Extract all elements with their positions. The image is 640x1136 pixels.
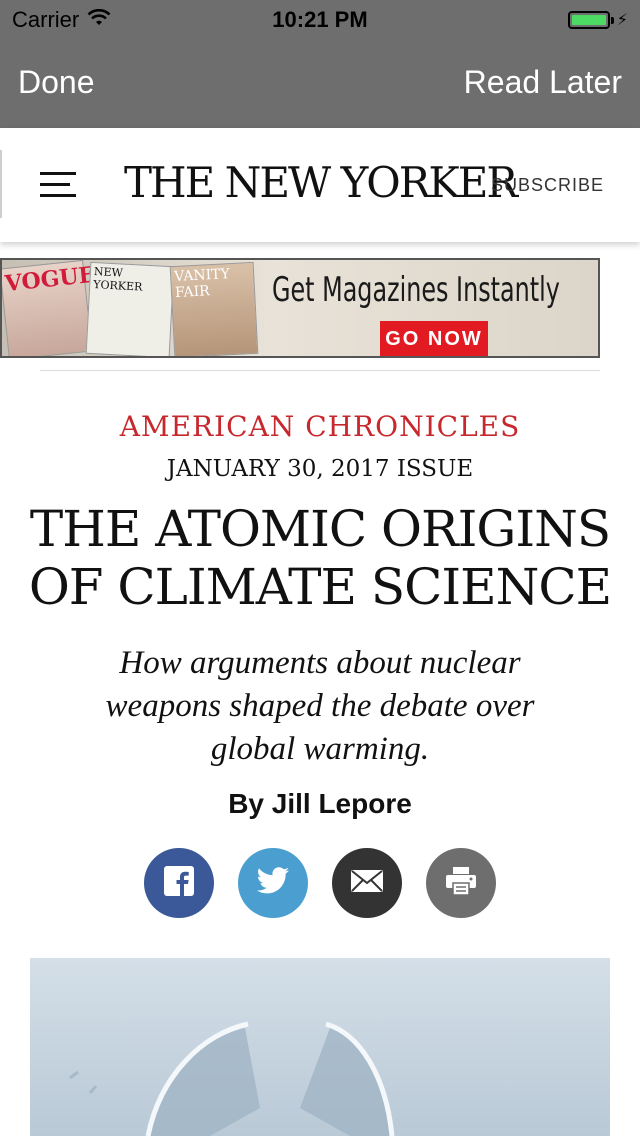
magazine-title: VOGUE bbox=[3, 261, 97, 298]
status-time: 10:21 PM bbox=[272, 7, 368, 32]
subscribe-link[interactable]: SUBSCRIBE bbox=[491, 175, 604, 196]
twitter-icon bbox=[256, 866, 290, 900]
article-headline: THE ATOMIC ORIGINS OF CLIMATE SCIENCE bbox=[28, 500, 612, 616]
ad-headline: Get Magazines Instantly bbox=[272, 270, 560, 310]
author-link[interactable]: Jill Lepore bbox=[272, 788, 412, 819]
article-dek: How arguments about nuclear weapons shap… bbox=[105, 645, 535, 767]
magazine-title: NEW YORKER bbox=[92, 265, 143, 294]
ad-banner[interactable]: VOGUE NEW YORKER VANITY FAIR Get Magazin… bbox=[0, 258, 600, 358]
magazine-cover-vogue: VOGUE bbox=[2, 260, 97, 356]
article-rubric[interactable]: AMERICAN CHRONICLES bbox=[0, 410, 640, 443]
email-share-button[interactable] bbox=[332, 848, 402, 918]
battery-fill bbox=[571, 15, 606, 25]
charging-icon: ⚡ bbox=[616, 12, 628, 29]
twitter-share-button[interactable] bbox=[238, 848, 308, 918]
content-divider bbox=[40, 370, 600, 371]
hamburger-menu-icon[interactable] bbox=[40, 172, 76, 200]
magazine-title: VANITY FAIR bbox=[173, 266, 231, 302]
article-byline: By Jill Lepore bbox=[0, 788, 640, 820]
envelope-icon bbox=[351, 869, 383, 897]
print-button[interactable] bbox=[426, 848, 496, 918]
ad-go-now-button[interactable]: GO NOW bbox=[380, 321, 488, 356]
facebook-share-button[interactable] bbox=[144, 848, 214, 918]
browser-nav-bar: Done Read Later bbox=[0, 40, 640, 128]
status-bar: Carrier 10:21 PM ⚡ bbox=[0, 0, 640, 40]
share-buttons bbox=[0, 848, 640, 918]
battery-icon: ⚡ bbox=[567, 10, 628, 30]
facebook-icon bbox=[163, 865, 195, 902]
magazine-cover-new-yorker: NEW YORKER bbox=[85, 261, 175, 356]
printer-icon bbox=[445, 866, 477, 901]
header-edge-divider bbox=[0, 150, 2, 218]
byline-prefix: By bbox=[228, 788, 264, 819]
read-later-button[interactable]: Read Later bbox=[464, 64, 622, 101]
article-hero-image bbox=[30, 958, 610, 1136]
done-button[interactable]: Done bbox=[18, 64, 95, 101]
magazine-cover-vanity-fair: VANITY FAIR bbox=[169, 261, 259, 356]
site-header: THE NEW YORKER SUBSCRIBE bbox=[0, 128, 640, 242]
article-issue-date: JANUARY 30, 2017 ISSUE bbox=[166, 456, 474, 482]
site-logo[interactable]: THE NEW YORKER bbox=[120, 158, 520, 207]
